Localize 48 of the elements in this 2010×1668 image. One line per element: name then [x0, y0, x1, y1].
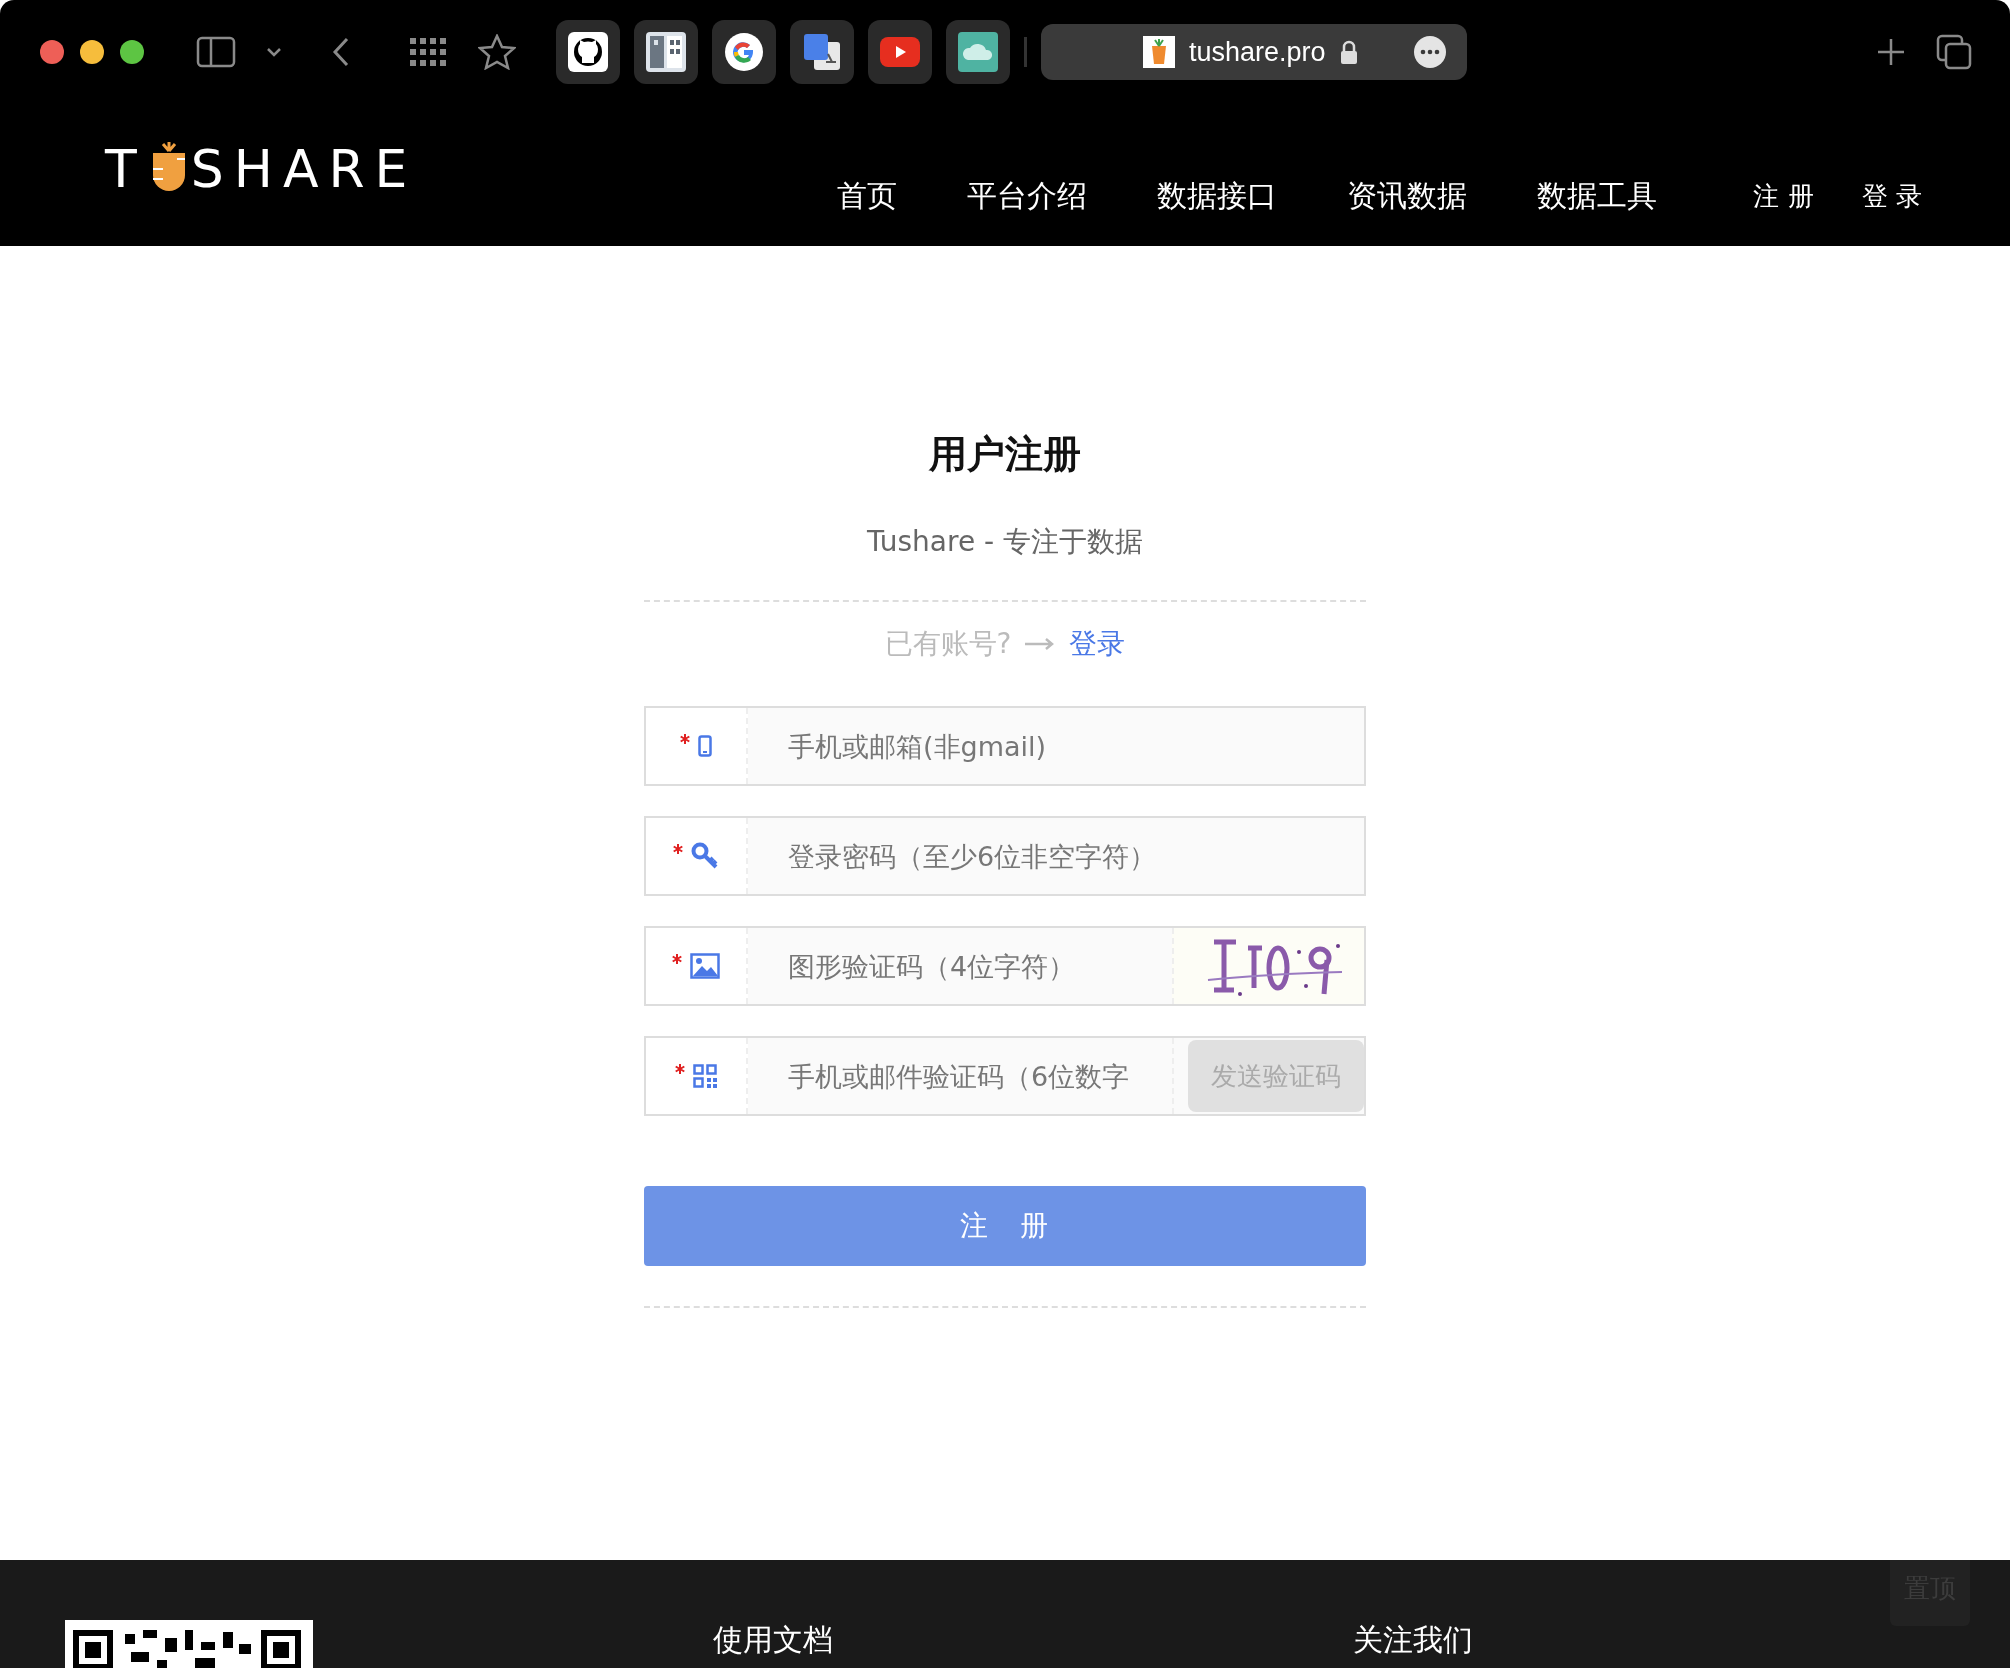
close-button[interactable] [40, 40, 64, 64]
star-icon[interactable] [478, 34, 516, 70]
logo-text: T [105, 143, 147, 195]
image-icon [690, 953, 720, 979]
lock-icon [1339, 39, 1358, 65]
input-field[interactable]: 图形验证码（4位字符） [788, 950, 1172, 982]
auth-link[interactable]: 注 册 [1753, 178, 1814, 214]
chevron-down-icon[interactable] [266, 47, 282, 57]
minimize-button[interactable] [80, 40, 104, 64]
key-icon [691, 842, 719, 870]
reader-icon[interactable] [634, 20, 698, 84]
zoom-button[interactable] [120, 40, 144, 64]
input-field[interactable]: 登录密码（至少6位非空字符） [788, 840, 1364, 872]
nav-link[interactable]: 首页 [837, 175, 898, 217]
footer-heading: 关注我们 [1353, 1621, 1473, 1659]
input-field[interactable]: 手机或邮箱(非gmail) [788, 730, 1364, 762]
form-field[interactable]: 手机或邮箱(非gmail) [644, 706, 1366, 786]
cloud-icon[interactable] [946, 20, 1010, 84]
translate-icon[interactable] [790, 20, 854, 84]
nav-link[interactable]: 数据工具 [1537, 175, 1658, 217]
plus-icon[interactable] [1876, 37, 1906, 67]
login-prompt: 已有账号? [884, 626, 1012, 662]
qr-code-icon [693, 1064, 717, 1088]
google-icon[interactable] [712, 20, 776, 84]
phone-icon [698, 735, 712, 757]
more-icon[interactable] [1413, 35, 1447, 69]
input-field[interactable]: 手机或邮件验证码（6位数字 [788, 1060, 1172, 1092]
footer-heading: 使用文档 [713, 1621, 833, 1659]
nav-link[interactable]: 资讯数据 [1347, 175, 1468, 217]
form-field[interactable]: 登录密码（至少6位非空字符） [644, 816, 1366, 896]
form-field[interactable]: 图形验证码（4位字符） [644, 926, 1366, 1006]
github-icon[interactable] [556, 20, 620, 84]
back-icon[interactable] [332, 37, 350, 67]
grid-icon[interactable] [410, 38, 448, 66]
carrot-icon [1143, 36, 1175, 68]
form-subtitle: Tushare - 专注于数据 [865, 524, 1145, 560]
play-icon[interactable] [868, 20, 932, 84]
auth-link[interactable]: 登 录 [1861, 178, 1922, 214]
login-link[interactable]: 登录 [1069, 625, 1126, 663]
tabs-icon[interactable] [1936, 34, 1972, 70]
logo-text: SHARE [190, 143, 418, 195]
arrow-right-icon [1025, 638, 1056, 650]
address-text: tushare.pro [1189, 36, 1326, 68]
address-bar[interactable]: tushare.pro [1041, 24, 1467, 80]
nav-link[interactable]: 平台介绍 [967, 175, 1088, 217]
nav-link[interactable]: 数据接口 [1157, 175, 1278, 217]
sidebar-icon[interactable] [196, 36, 236, 68]
form-title: 用户注册 [927, 431, 1082, 478]
